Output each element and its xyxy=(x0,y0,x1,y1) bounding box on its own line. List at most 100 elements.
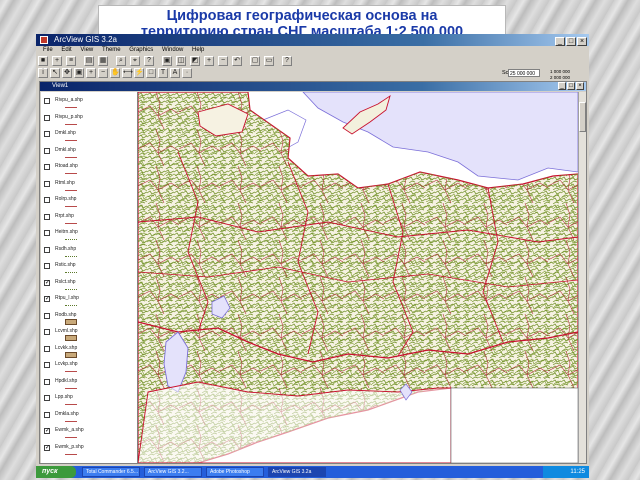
zoom-previous-icon[interactable]: ↶ xyxy=(232,56,242,66)
theme-visibility-checkbox[interactable]: ✓ xyxy=(44,279,50,286)
theme-visibility-checkbox[interactable] xyxy=(44,312,50,319)
start-button[interactable]: пуск xyxy=(36,466,76,478)
add-theme-icon[interactable]: + xyxy=(52,56,62,66)
toc-theme-item[interactable]: Rrpt.shp xyxy=(41,212,137,227)
hotlink-icon[interactable]: ⚡ xyxy=(134,68,144,78)
help-icon[interactable]: ? xyxy=(282,56,292,66)
view-close-button[interactable]: × xyxy=(576,82,584,90)
theme-label: Rtml.shp xyxy=(55,179,75,186)
pan-icon[interactable]: ✋ xyxy=(110,68,120,78)
menu-theme[interactable]: Theme xyxy=(102,47,121,53)
toc-theme-item[interactable]: Rtml.shp xyxy=(41,179,137,194)
toc-theme-item[interactable]: Rodb.shp xyxy=(41,311,137,326)
view-scrollbar[interactable] xyxy=(578,92,586,463)
theme-visibility-checkbox[interactable] xyxy=(44,362,50,368)
theme-visibility-checkbox[interactable] xyxy=(44,378,50,385)
theme-legend-symbol xyxy=(65,236,77,240)
theme-visibility-checkbox[interactable] xyxy=(44,98,50,104)
text-tool-icon[interactable]: A xyxy=(170,68,180,78)
toc-theme-item[interactable]: Hpdkl.shp xyxy=(41,377,137,392)
theme-visibility-checkbox[interactable] xyxy=(44,246,50,253)
map-canvas[interactable] xyxy=(138,92,578,463)
query-builder-icon[interactable]: ? xyxy=(144,56,154,66)
select-feature-icon[interactable]: ▣ xyxy=(74,68,84,78)
zoom-in-icon[interactable]: + xyxy=(204,56,214,66)
area-of-interest-icon[interactable]: □ xyxy=(146,68,156,78)
zoom-out-tool-icon[interactable]: − xyxy=(98,68,108,78)
identify-icon[interactable]: i xyxy=(38,68,48,78)
menu-help[interactable]: Help xyxy=(192,47,204,53)
vertex-edit-icon[interactable]: ✥ xyxy=(62,68,72,78)
edit-legend-icon[interactable]: ▤ xyxy=(84,56,94,66)
clear-selection-icon[interactable]: ▭ xyxy=(264,56,274,66)
theme-visibility-checkbox[interactable] xyxy=(44,114,50,121)
toc-theme-item[interactable]: Dmkla.shp xyxy=(41,410,137,425)
taskbar-item-arcview-1[interactable]: ArcView GIS 3.2... xyxy=(144,467,202,477)
locate-address-icon[interactable]: ⌖ xyxy=(130,56,140,66)
close-button[interactable]: × xyxy=(577,37,587,46)
zoom-full-extent-icon[interactable]: ▣ xyxy=(162,56,172,66)
theme-visibility-checkbox[interactable] xyxy=(44,164,50,170)
scrollbar-thumb[interactable] xyxy=(579,102,586,132)
theme-properties-icon[interactable]: ≡ xyxy=(66,56,76,66)
toc-theme-item[interactable]: Rstic.shp xyxy=(41,261,137,276)
theme-visibility-checkbox[interactable] xyxy=(44,180,50,187)
zoom-to-selected-icon[interactable]: ◩ xyxy=(190,56,200,66)
minimize-button[interactable]: _ xyxy=(555,37,565,46)
toc-theme-item[interactable]: Rolrp.shp xyxy=(41,195,137,210)
theme-visibility-checkbox[interactable] xyxy=(44,329,50,335)
button-bar: ■ + ≡ ▤ ▦ ⌕ ⌖ ? ▣ ◫ ◩ + − ↶ ▢ ▭ ? xyxy=(38,56,587,67)
theme-visibility-checkbox[interactable] xyxy=(44,345,50,352)
find-icon[interactable]: ⌕ xyxy=(116,56,126,66)
toc-theme-item[interactable]: ✓ Ewmk_p.shp xyxy=(41,443,137,458)
draw-point-icon[interactable]: · xyxy=(182,68,192,78)
pointer-icon[interactable]: ↖ xyxy=(50,68,60,78)
label-icon[interactable]: T xyxy=(158,68,168,78)
menu-edit[interactable]: Edit xyxy=(61,47,71,53)
zoom-out-icon[interactable]: − xyxy=(218,56,228,66)
theme-visibility-checkbox[interactable]: ✓ xyxy=(44,444,50,451)
toc-theme-item[interactable]: Lcvml.shp xyxy=(41,327,137,342)
toc-theme-item[interactable]: Lcvkk.shp xyxy=(41,344,137,359)
theme-visibility-checkbox[interactable] xyxy=(44,197,50,203)
theme-visibility-checkbox[interactable] xyxy=(44,411,50,418)
toc-theme-item[interactable]: Rivpu_p.shp xyxy=(41,113,137,128)
menu-window[interactable]: Window xyxy=(162,47,183,53)
theme-visibility-checkbox[interactable] xyxy=(44,147,50,154)
select-features-icon[interactable]: ▢ xyxy=(250,56,260,66)
menu-view[interactable]: View xyxy=(80,47,93,53)
toc-theme-item[interactable]: Dmkl.shp xyxy=(41,129,137,144)
toc-theme-item[interactable]: Lpp.shp xyxy=(41,393,137,408)
taskbar-item-arcview-active[interactable]: ArcView GIS 3.2a xyxy=(268,467,326,477)
theme-visibility-checkbox[interactable]: ✓ xyxy=(44,428,50,434)
taskbar-item-total-commander[interactable]: Total Commander 6.5... xyxy=(82,467,140,477)
theme-visibility-checkbox[interactable] xyxy=(44,395,50,401)
menu-file[interactable]: File xyxy=(43,47,53,53)
zoom-in-tool-icon[interactable]: + xyxy=(86,68,96,78)
zoom-to-themes-icon[interactable]: ◫ xyxy=(176,56,186,66)
map-display[interactable] xyxy=(138,92,578,463)
toc-theme-item[interactable]: Heitrn.shp xyxy=(41,228,137,243)
view-maximize-button[interactable]: □ xyxy=(567,82,575,90)
toc-theme-item[interactable]: Rtoad.shp xyxy=(41,162,137,177)
theme-visibility-checkbox[interactable] xyxy=(44,263,50,269)
scale-input[interactable]: 25 000 000 xyxy=(508,69,540,77)
measure-icon[interactable]: ⟷ xyxy=(122,68,133,78)
theme-visibility-checkbox[interactable] xyxy=(44,213,50,220)
save-project-icon[interactable]: ■ xyxy=(38,56,48,66)
toc-theme-item[interactable]: ✓ Ewmk_a.shp xyxy=(41,426,137,441)
theme-visibility-checkbox[interactable] xyxy=(44,131,50,137)
toc-theme-item[interactable]: Rivpu_a.shp xyxy=(41,96,137,111)
toc-theme-item[interactable]: ✓ Rslct.shp xyxy=(41,278,137,293)
open-table-icon[interactable]: ▦ xyxy=(98,56,108,66)
theme-visibility-checkbox[interactable]: ✓ xyxy=(44,296,50,302)
toc-theme-item[interactable]: Lcvkp.shp xyxy=(41,360,137,375)
theme-visibility-checkbox[interactable] xyxy=(44,230,50,236)
toc-theme-item[interactable]: ✓ Rtpu_l.shp xyxy=(41,294,137,309)
taskbar-item-photoshop[interactable]: Adobe Photoshop xyxy=(206,467,264,477)
menu-graphics[interactable]: Graphics xyxy=(129,47,153,53)
toc-theme-item[interactable]: Rsdh.shp xyxy=(41,245,137,260)
maximize-button[interactable]: □ xyxy=(566,37,576,46)
toc-theme-item[interactable]: Dmkl.shp xyxy=(41,146,137,161)
view-minimize-button[interactable]: _ xyxy=(558,82,566,90)
